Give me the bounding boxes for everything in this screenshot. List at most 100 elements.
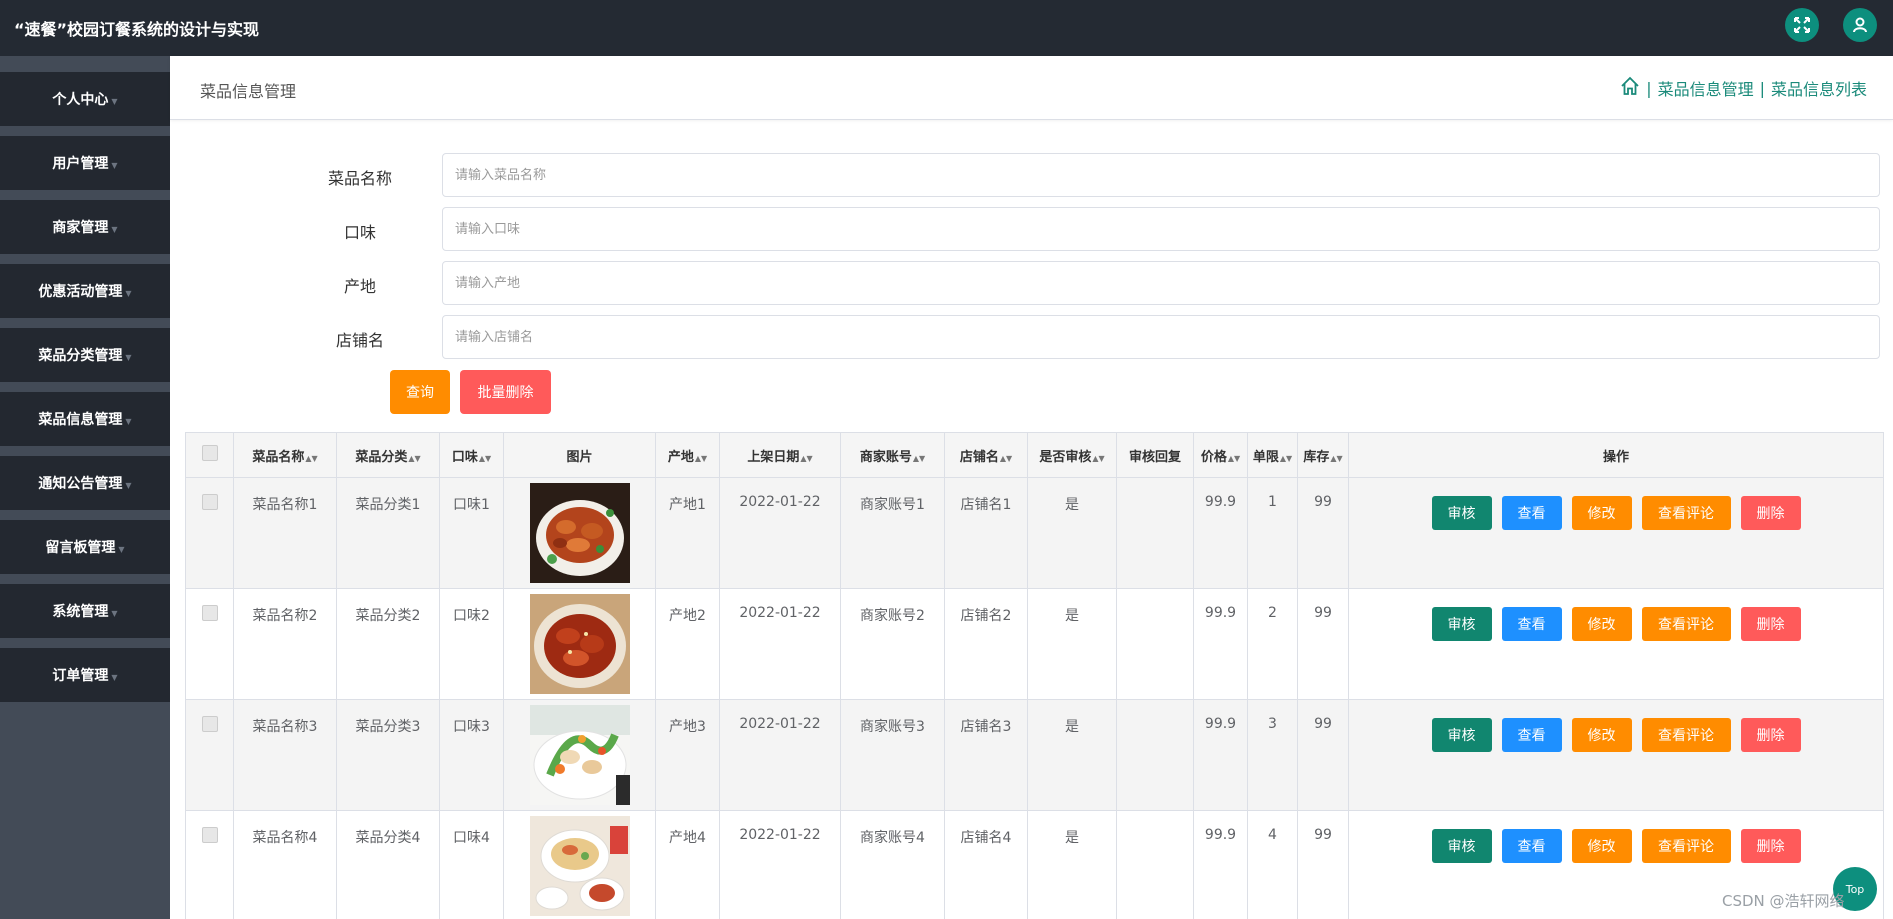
col-header-origin[interactable]: 产地▲▼ [655, 432, 720, 478]
sort-icon[interactable]: ▲▼ [1092, 454, 1104, 463]
sort-icon[interactable]: ▲▼ [913, 454, 925, 463]
col-header-audited[interactable]: 是否审核▲▼ [1027, 432, 1117, 478]
cell-shop: 店铺名2 [944, 588, 1028, 700]
field-label: 菜品名称 [327, 169, 392, 188]
view-button[interactable]: 查看 [1501, 496, 1562, 530]
view-button[interactable]: 查看 [1501, 718, 1562, 752]
row-checkbox-cell[interactable] [185, 588, 234, 700]
select-all-checkbox[interactable] [201, 445, 218, 461]
sort-icon[interactable]: ▲▼ [1330, 454, 1342, 463]
query-button[interactable]: 查询 [390, 370, 450, 414]
col-header-price[interactable]: 价格▲▼ [1193, 432, 1248, 478]
cell-name: 菜品名称3 [233, 699, 337, 811]
sidebar-item-personal-center[interactable]: 个人中心 ▼ [0, 72, 170, 126]
audit-button[interactable]: 审核 [1431, 718, 1492, 752]
breadcrumb-separator: | [1646, 78, 1652, 98]
sort-icon[interactable]: ▲▼ [1228, 454, 1240, 463]
watermark: CSDN @浩轩网络 [1722, 892, 1845, 910]
col-header-limit[interactable]: 单限▲▼ [1247, 432, 1298, 478]
select-all-checkbox-cell[interactable] [185, 432, 234, 478]
sidebar-item-label: 个人中心 [52, 92, 109, 108]
row-checkbox[interactable] [201, 494, 218, 510]
sidebar-item-message-board[interactable]: 留言板管理 ▼ [0, 520, 170, 574]
audit-button[interactable]: 审核 [1431, 496, 1492, 530]
user-icon[interactable] [1843, 8, 1877, 42]
col-header-stock[interactable]: 库存▲▼ [1297, 432, 1349, 478]
cell-image [503, 588, 656, 700]
cell-merchant: 商家账号3 [840, 699, 945, 811]
fullscreen-icon[interactable] [1785, 8, 1819, 42]
shop-name-input[interactable] [442, 315, 1880, 359]
view-comments-button[interactable]: 查看评论 [1641, 829, 1731, 863]
sidebar-item-dish-info[interactable]: 菜品信息管理 ▼ [0, 392, 170, 446]
dish-name-input[interactable] [442, 153, 1880, 197]
breadcrumb-item[interactable]: 菜品信息列表 [1771, 76, 1867, 100]
home-icon[interactable] [1620, 76, 1640, 100]
sidebar-item-users[interactable]: 用户管理 ▼ [0, 136, 170, 190]
batch-delete-button[interactable]: 批量删除 [460, 370, 551, 414]
sidebar-item-promotions[interactable]: 优惠活动管理 ▼ [0, 264, 170, 318]
delete-button[interactable]: 删除 [1740, 607, 1801, 641]
edit-button[interactable]: 修改 [1571, 496, 1632, 530]
sort-icon[interactable]: ▲▼ [1000, 454, 1012, 463]
row-checkbox-cell[interactable] [185, 810, 234, 919]
col-header-name[interactable]: 菜品名称▲▼ [233, 432, 337, 478]
sidebar-item-label: 通知公告管理 [38, 476, 123, 492]
delete-button[interactable]: 删除 [1740, 829, 1801, 863]
edit-button[interactable]: 修改 [1571, 607, 1632, 641]
col-header-merchant[interactable]: 商家账号▲▼ [840, 432, 945, 478]
cell-date: 2022-01-22 [719, 477, 841, 589]
cell-date: 2022-01-22 [719, 588, 841, 700]
origin-input[interactable] [442, 261, 1880, 305]
sidebar-item-notices[interactable]: 通知公告管理 ▼ [0, 456, 170, 510]
taste-input[interactable] [442, 207, 1880, 251]
view-button[interactable]: 查看 [1501, 607, 1562, 641]
table-row: 菜品名称3 菜品分类3 口味3 产地3 2022-01-22 商家账号3 店铺名… [185, 699, 1884, 811]
cell-category: 菜品分类3 [336, 699, 440, 811]
col-header-taste[interactable]: 口味▲▼ [439, 432, 504, 478]
sort-icon[interactable]: ▲▼ [800, 454, 812, 463]
row-checkbox[interactable] [201, 716, 218, 732]
view-comments-button[interactable]: 查看评论 [1641, 607, 1731, 641]
sidebar-item-orders[interactable]: 订单管理 ▼ [0, 648, 170, 702]
audit-button[interactable]: 审核 [1431, 829, 1492, 863]
cell-stock: 99 [1297, 588, 1349, 700]
cell-name: 菜品名称1 [233, 477, 337, 589]
sort-icon[interactable]: ▲▼ [408, 454, 420, 463]
top-bar: “速餐”校园订餐系统的设计与实现 [0, 0, 1893, 56]
edit-button[interactable]: 修改 [1571, 718, 1632, 752]
table-row: 菜品名称1 菜品分类1 口味1 产地1 2022-01-22 商家账号1 店铺名… [185, 477, 1884, 589]
cell-price: 99.9 [1193, 477, 1248, 589]
row-checkbox-cell[interactable] [185, 477, 234, 589]
edit-button[interactable]: 修改 [1571, 829, 1632, 863]
row-checkbox[interactable] [201, 605, 218, 621]
delete-button[interactable]: 删除 [1740, 718, 1801, 752]
view-comments-button[interactable]: 查看评论 [1641, 496, 1731, 530]
sort-icon[interactable]: ▲▼ [479, 454, 491, 463]
cell-shop: 店铺名1 [944, 477, 1028, 589]
col-header-category[interactable]: 菜品分类▲▼ [336, 432, 440, 478]
sidebar-item-system[interactable]: 系统管理 ▼ [0, 584, 170, 638]
col-header-reply: 审核回复 [1116, 432, 1194, 478]
cell-taste: 口味3 [439, 699, 504, 811]
view-button[interactable]: 查看 [1501, 829, 1562, 863]
audit-button[interactable]: 审核 [1431, 607, 1492, 641]
cell-taste: 口味2 [439, 588, 504, 700]
row-checkbox[interactable] [201, 827, 218, 843]
chevron-down-icon: ▼ [111, 160, 118, 170]
col-header-actions: 操作 [1348, 432, 1884, 478]
sort-icon[interactable]: ▲▼ [1280, 454, 1292, 463]
col-header-shop[interactable]: 店铺名▲▼ [944, 432, 1028, 478]
sidebar-item-label: 留言板管理 [45, 540, 116, 556]
row-actions: 审核 查看 修改 查看评论 删除 [1349, 494, 1883, 530]
view-comments-button[interactable]: 查看评论 [1641, 718, 1731, 752]
sidebar-item-merchants[interactable]: 商家管理 ▼ [0, 200, 170, 254]
cell-stock: 99 [1297, 699, 1349, 811]
delete-button[interactable]: 删除 [1740, 496, 1801, 530]
breadcrumb-item[interactable]: 菜品信息管理 [1658, 76, 1754, 100]
sort-icon[interactable]: ▲▼ [695, 454, 707, 463]
sidebar-item-dish-categories[interactable]: 菜品分类管理 ▼ [0, 328, 170, 382]
row-checkbox-cell[interactable] [185, 699, 234, 811]
sort-icon[interactable]: ▲▼ [305, 454, 317, 463]
col-header-date[interactable]: 上架日期▲▼ [719, 432, 841, 478]
